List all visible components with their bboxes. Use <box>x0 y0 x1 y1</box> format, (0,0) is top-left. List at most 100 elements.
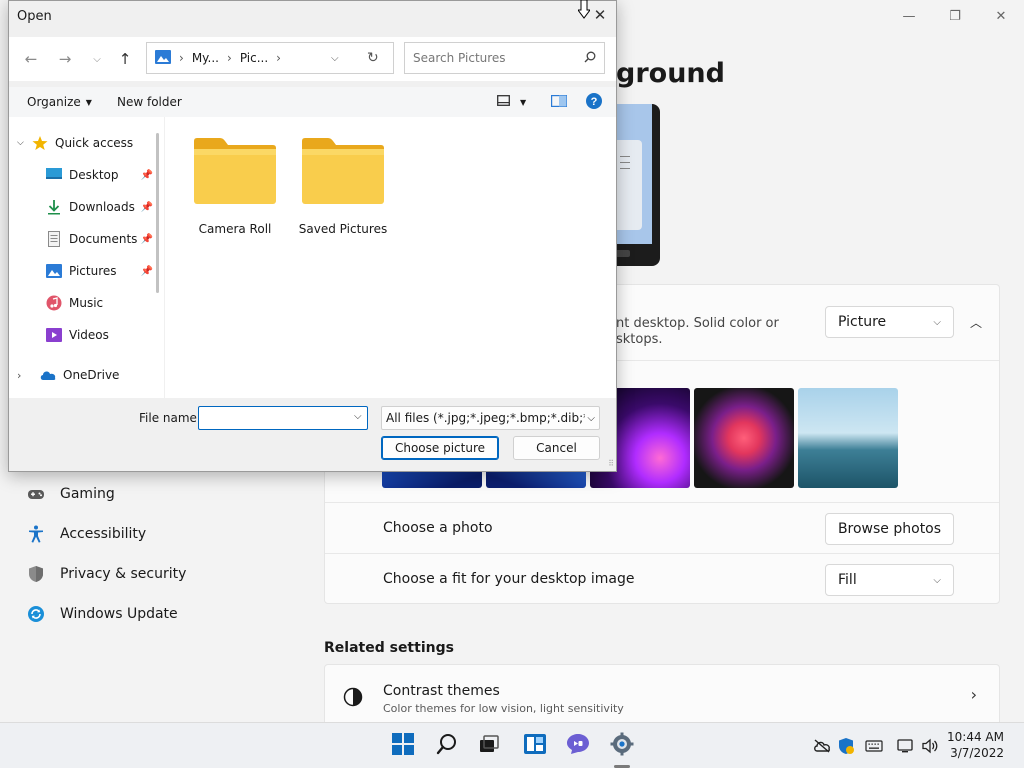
file-name-input[interactable] <box>198 406 368 430</box>
settings-taskbar-button[interactable] <box>607 731 637 761</box>
maximize-button[interactable]: ❐ <box>932 4 978 28</box>
star-icon <box>31 134 49 152</box>
forward-button[interactable]: → <box>55 49 75 69</box>
wallpaper-thumbnail[interactable] <box>694 388 794 488</box>
download-icon <box>45 198 63 216</box>
back-button[interactable]: ← <box>21 49 41 69</box>
tree-item-pictures[interactable]: Pictures 📌 <box>9 259 157 283</box>
tree-item-desktop[interactable]: Desktop 📌 <box>9 163 157 187</box>
onedrive-tray-icon[interactable] <box>812 736 832 756</box>
address-dropdown-button[interactable]: ⌵ <box>331 53 339 64</box>
chat-button[interactable] <box>563 731 593 761</box>
widgets-button[interactable] <box>520 731 550 761</box>
keyboard-tray-icon[interactable] <box>864 736 884 756</box>
document-icon <box>45 230 63 248</box>
pin-icon[interactable]: 📌 <box>141 266 153 277</box>
pin-icon[interactable]: 📌 <box>141 202 153 213</box>
dialog-close-button[interactable]: ✕ <box>590 5 610 25</box>
choose-picture-button[interactable]: Choose picture <box>381 436 499 460</box>
page-title: ground <box>616 58 725 89</box>
chevron-right-icon: › <box>970 685 977 704</box>
security-tray-icon[interactable] <box>836 736 856 756</box>
dialog-toolbar: Organize ▼ New folder ▼ ? <box>9 87 616 117</box>
background-description: nt desktop. Solid color or <box>616 316 779 331</box>
close-window-button[interactable]: ✕ <box>978 4 1024 28</box>
nav-item-privacy[interactable]: Privacy & security <box>26 562 186 586</box>
search-icon <box>584 51 596 66</box>
collapse-button[interactable]: ︿ <box>966 312 986 332</box>
volume-tray-icon[interactable] <box>920 736 940 756</box>
arrow-left-icon: ← <box>24 50 38 68</box>
caret-down-icon: ▼ <box>85 97 92 107</box>
breadcrumb-separator-icon: › <box>179 51 184 65</box>
tree-item-music[interactable]: Music <box>9 291 157 315</box>
view-options-button[interactable]: ▼ <box>497 95 526 109</box>
clock[interactable]: 10:44 AM 3/7/2022 <box>947 729 1004 761</box>
navigation-pane-scrollbar[interactable] <box>156 133 159 293</box>
related-settings-heading: Related settings <box>324 640 454 656</box>
tree-item-quick-access[interactable]: ⌵ Quick access <box>9 131 157 155</box>
folder-item[interactable]: Saved Pictures <box>295 137 391 236</box>
cancel-button[interactable]: Cancel <box>513 436 600 460</box>
file-name-dropdown-icon[interactable]: ⌵ <box>354 411 362 422</box>
task-view-icon <box>478 734 500 758</box>
recent-locations-button[interactable]: ⌵ <box>87 49 107 69</box>
wallpaper-thumbnail[interactable] <box>798 388 898 488</box>
contrast-themes-title: Contrast themes <box>383 683 500 699</box>
task-view-button[interactable] <box>474 731 504 761</box>
chevron-down-icon: ⌵ <box>933 574 941 586</box>
up-button[interactable]: ↑ <box>115 49 135 69</box>
resize-grip-icon[interactable]: ⠿ <box>608 459 614 468</box>
clock-time: 10:44 AM <box>947 730 1004 744</box>
clock-date: 3/7/2022 <box>950 746 1004 760</box>
chevron-down-icon: ⌵ <box>17 138 24 148</box>
help-button[interactable]: ? <box>586 92 602 112</box>
mouse-cursor <box>577 0 591 24</box>
navigation-pane: ⌵ Quick access Desktop 📌 Downloads 📌 Doc <box>9 117 164 398</box>
minimize-icon: — <box>902 8 916 24</box>
organize-button[interactable]: Organize ▼ <box>27 95 92 109</box>
browse-photos-button[interactable]: Browse photos <box>825 513 954 545</box>
choose-photo-label: Choose a photo <box>383 520 493 536</box>
network-tray-icon[interactable] <box>896 736 916 756</box>
search-taskbar-button[interactable] <box>432 731 462 761</box>
nav-item-accessibility[interactable]: Accessibility <box>26 522 146 546</box>
chat-icon <box>566 733 590 759</box>
nav-item-gaming[interactable]: Gaming <box>26 482 115 506</box>
nav-item-windows-update[interactable]: Windows Update <box>26 602 178 626</box>
pictures-location-icon <box>155 49 171 67</box>
address-bar[interactable]: › My... › Pic... › ⌵ ↻ <box>146 42 394 74</box>
preview-pane-icon <box>551 94 568 110</box>
view-icon <box>497 95 510 109</box>
fit-label: Choose a fit for your desktop image <box>383 571 635 587</box>
contrast-themes-row[interactable]: Contrast themes Color themes for low vis… <box>324 664 1000 724</box>
start-button[interactable] <box>388 731 418 761</box>
tree-item-onedrive[interactable]: › OneDrive <box>9 363 157 387</box>
open-dialog: Open ✕ ← → ⌵ ↑ › My... › Pic... › ⌵ ↻ Se… <box>8 0 617 472</box>
breadcrumb-item[interactable]: My... <box>192 51 219 65</box>
shield-icon <box>26 564 46 584</box>
pin-icon[interactable]: 📌 <box>141 234 153 245</box>
search-input[interactable]: Search Pictures <box>404 42 605 74</box>
folder-icon <box>300 138 386 208</box>
accessibility-icon <box>26 524 46 544</box>
new-folder-button[interactable]: New folder <box>117 95 182 109</box>
file-type-dropdown[interactable]: All files (*.jpg;*.jpeg;*.bmp;*.dib;*.pn… <box>381 406 600 430</box>
refresh-button[interactable]: ↻ <box>367 50 379 66</box>
cloud-icon <box>39 366 57 384</box>
folder-item[interactable]: Camera Roll <box>187 137 283 236</box>
preview-pane-button[interactable] <box>551 94 568 110</box>
tree-item-documents[interactable]: Documents 📌 <box>9 227 157 251</box>
restore-icon: ❐ <box>949 8 961 24</box>
background-type-dropdown[interactable]: Picture ⌵ <box>825 306 954 338</box>
tree-item-videos[interactable]: Videos <box>9 323 157 347</box>
fit-dropdown[interactable]: Fill ⌵ <box>825 564 954 596</box>
minimize-button[interactable]: — <box>886 4 932 28</box>
taskbar: 10:44 AM 3/7/2022 <box>0 722 1024 768</box>
chevron-right-icon: › <box>17 368 22 382</box>
pin-icon[interactable]: 📌 <box>141 170 153 181</box>
breadcrumb-item[interactable]: Pic... <box>240 51 268 65</box>
tree-item-downloads[interactable]: Downloads 📌 <box>9 195 157 219</box>
gear-icon <box>610 732 634 760</box>
file-list: Camera Roll Saved Pictures <box>165 117 616 398</box>
